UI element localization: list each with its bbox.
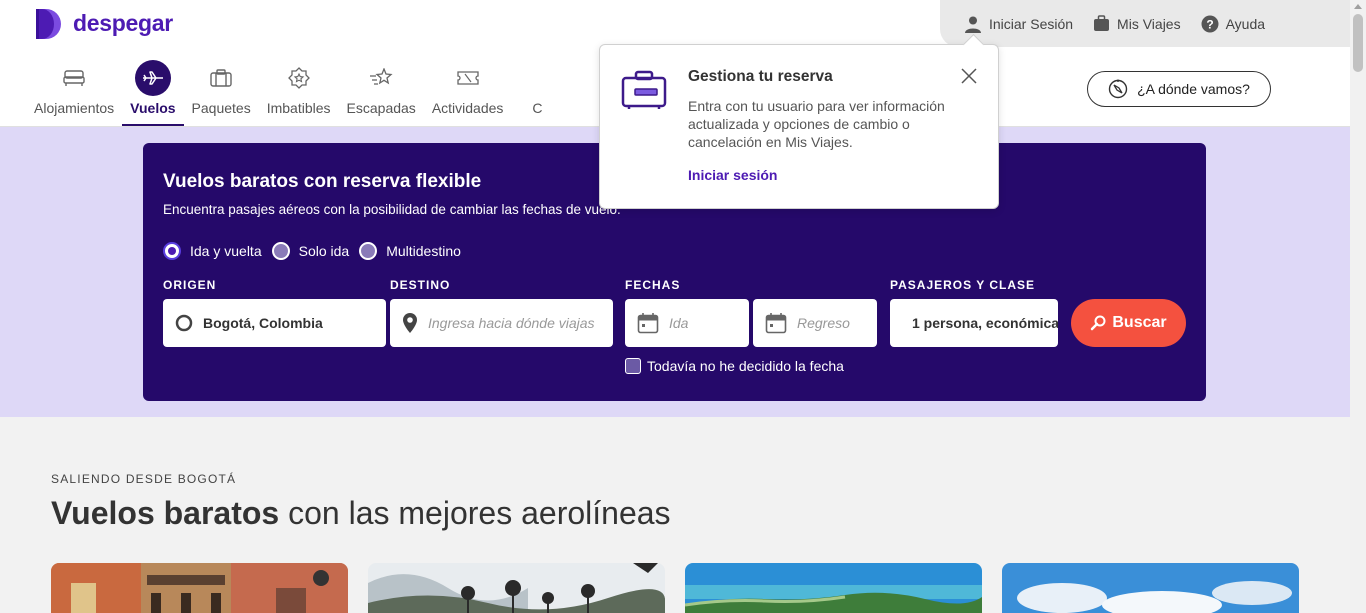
undecided-checkbox-box[interactable] xyxy=(625,358,641,374)
destination-card[interactable] xyxy=(685,563,982,613)
radio-multi-destination[interactable]: Multidestino xyxy=(359,242,461,260)
help-link[interactable]: ? Ayuda xyxy=(1201,15,1265,33)
my-trips-label: Mis Viajes xyxy=(1117,15,1181,32)
svg-text:?: ? xyxy=(1206,17,1213,31)
nav-item-alojamientos[interactable]: Alojamientos xyxy=(26,60,122,126)
search-icon xyxy=(1091,315,1106,331)
login-link[interactable]: Iniciar Sesión xyxy=(964,15,1073,33)
nav-label-paquetes: Paquetes xyxy=(191,100,251,116)
scroll-up-arrow-icon[interactable] xyxy=(1354,4,1362,9)
nav-label-actividades: Actividades xyxy=(431,100,504,116)
nav-label-escapadas: Escapadas xyxy=(346,100,416,116)
logo-text: despegar xyxy=(73,10,173,36)
card-image-colonial xyxy=(51,563,348,613)
origin-label: ORIGEN xyxy=(163,278,217,292)
user-icon xyxy=(965,16,981,33)
product-nav: Alojamientos Vuelos Paquetes Imbatibles … xyxy=(26,60,563,126)
passengers-value: 1 persona, económica xyxy=(912,315,1058,331)
undecided-date-checkbox[interactable]: Todavía no he decidido la fecha xyxy=(625,358,844,374)
help-icon: ? xyxy=(1201,15,1219,32)
departure-date-field[interactable]: Ida xyxy=(625,299,749,347)
destination-field[interactable]: Ingresa hacia dónde viajas xyxy=(390,299,613,347)
nav-truncated-icon xyxy=(519,60,555,96)
destination-card[interactable] xyxy=(51,563,348,613)
origin-value: Bogotá, Colombia xyxy=(203,315,323,331)
where-to-go-label: ¿A dónde vamos? xyxy=(1137,81,1250,97)
section-kicker: SALIENDO DESDE BOGOTÁ xyxy=(51,472,237,486)
nav-item-paquetes[interactable]: Paquetes xyxy=(184,60,259,126)
calendar-icon xyxy=(765,313,787,334)
login-label: Iniciar Sesión xyxy=(989,15,1074,32)
popover-login-link[interactable]: Iniciar sesión xyxy=(688,167,777,183)
nav-item-escapadas[interactable]: Escapadas xyxy=(339,60,424,126)
shooting-star-icon xyxy=(363,60,399,96)
search-button[interactable]: Buscar xyxy=(1071,299,1186,347)
dates-label: FECHAS xyxy=(625,278,681,292)
origin-circle-icon xyxy=(175,314,193,332)
scroll-thumb[interactable] xyxy=(1353,14,1363,72)
user-bar: Iniciar Sesión Mis Viajes ? Ayuda xyxy=(940,0,1350,47)
radio-one-way[interactable]: Solo ida xyxy=(271,242,350,260)
radio-multi-destination-label: Multidestino xyxy=(386,243,461,259)
origin-field[interactable]: Bogotá, Colombia xyxy=(163,299,386,347)
airplane-icon xyxy=(134,60,171,96)
bed-icon xyxy=(56,60,92,96)
compass-icon xyxy=(1108,79,1128,99)
search-button-label: Buscar xyxy=(1112,314,1167,331)
nav-label-imbatibles: Imbatibles xyxy=(266,100,331,116)
nav-item-truncated[interactable]: C xyxy=(511,60,563,126)
calendar-icon xyxy=(637,313,659,334)
nav-label-vuelos: Vuelos xyxy=(130,100,176,116)
radio-one-way-dot[interactable] xyxy=(271,242,290,260)
popover-text: Entra con tu usuario para ver informació… xyxy=(688,98,945,150)
briefcase-icon xyxy=(621,70,667,115)
destination-label: DESTINO xyxy=(390,278,451,292)
where-to-go-button[interactable]: ¿A dónde vamos? xyxy=(1087,71,1271,107)
destination-placeholder: Ingresa hacia dónde viajas xyxy=(428,315,595,331)
manage-booking-popover: Gestiona tu reserva Entra con tu usuario… xyxy=(599,44,999,209)
radio-round-trip-label: Ida y vuelta xyxy=(190,243,262,259)
popover-title: Gestiona tu reserva xyxy=(688,68,833,85)
passengers-label: PASAJEROS Y CLASE xyxy=(890,278,1036,292)
suitcase-icon xyxy=(203,60,239,96)
card-image-sky xyxy=(1002,563,1299,613)
destination-card[interactable] xyxy=(368,563,665,613)
scrollbar[interactable] xyxy=(1350,0,1366,613)
radio-multi-destination-dot[interactable] xyxy=(359,242,378,260)
suitcase-icon xyxy=(1094,15,1110,31)
location-pin-icon xyxy=(403,313,417,333)
nav-label-truncated: C xyxy=(532,100,543,116)
help-label: Ayuda xyxy=(1225,15,1266,32)
section-title-bold: Vuelos baratos xyxy=(51,495,280,531)
nav-item-vuelos[interactable]: Vuelos xyxy=(122,60,184,126)
radio-one-way-label: Solo ida xyxy=(298,243,350,259)
departure-placeholder: Ida xyxy=(669,315,689,331)
search-title: Vuelos baratos con reserva flexible xyxy=(163,171,482,192)
section-title-rest: con las mejores aerolíneas xyxy=(279,495,671,531)
star-badge-icon xyxy=(281,60,317,96)
nav-label-alojamientos: Alojamientos xyxy=(34,100,115,116)
despegar-logo[interactable]: despegar xyxy=(34,7,173,40)
radio-round-trip-dot[interactable] xyxy=(163,242,181,260)
search-subtitle: Encuentra pasajes aéreos con la posibili… xyxy=(163,202,621,217)
undecided-label: Todavía no he decidido la fecha xyxy=(647,358,844,374)
destination-card[interactable] xyxy=(1002,563,1299,613)
ticket-icon xyxy=(450,60,486,96)
close-icon[interactable] xyxy=(960,67,978,85)
card-image-beach xyxy=(685,563,982,613)
radio-round-trip[interactable]: Ida y vuelta xyxy=(163,242,262,260)
logo-mark-icon xyxy=(34,7,67,40)
trip-type-radios: Ida y vuelta Solo ida Multidestino xyxy=(163,242,461,260)
return-placeholder: Regreso xyxy=(797,315,850,331)
card-image-palms xyxy=(368,563,665,613)
my-trips-link[interactable]: Mis Viajes xyxy=(1093,15,1181,32)
section-title: Vuelos baratos con las mejores aerolínea… xyxy=(51,495,671,532)
passengers-field[interactable]: 1 persona, económica xyxy=(890,299,1058,347)
nav-item-actividades[interactable]: Actividades xyxy=(424,60,512,126)
return-date-field[interactable]: Regreso xyxy=(753,299,877,347)
nav-item-imbatibles[interactable]: Imbatibles xyxy=(259,60,339,126)
